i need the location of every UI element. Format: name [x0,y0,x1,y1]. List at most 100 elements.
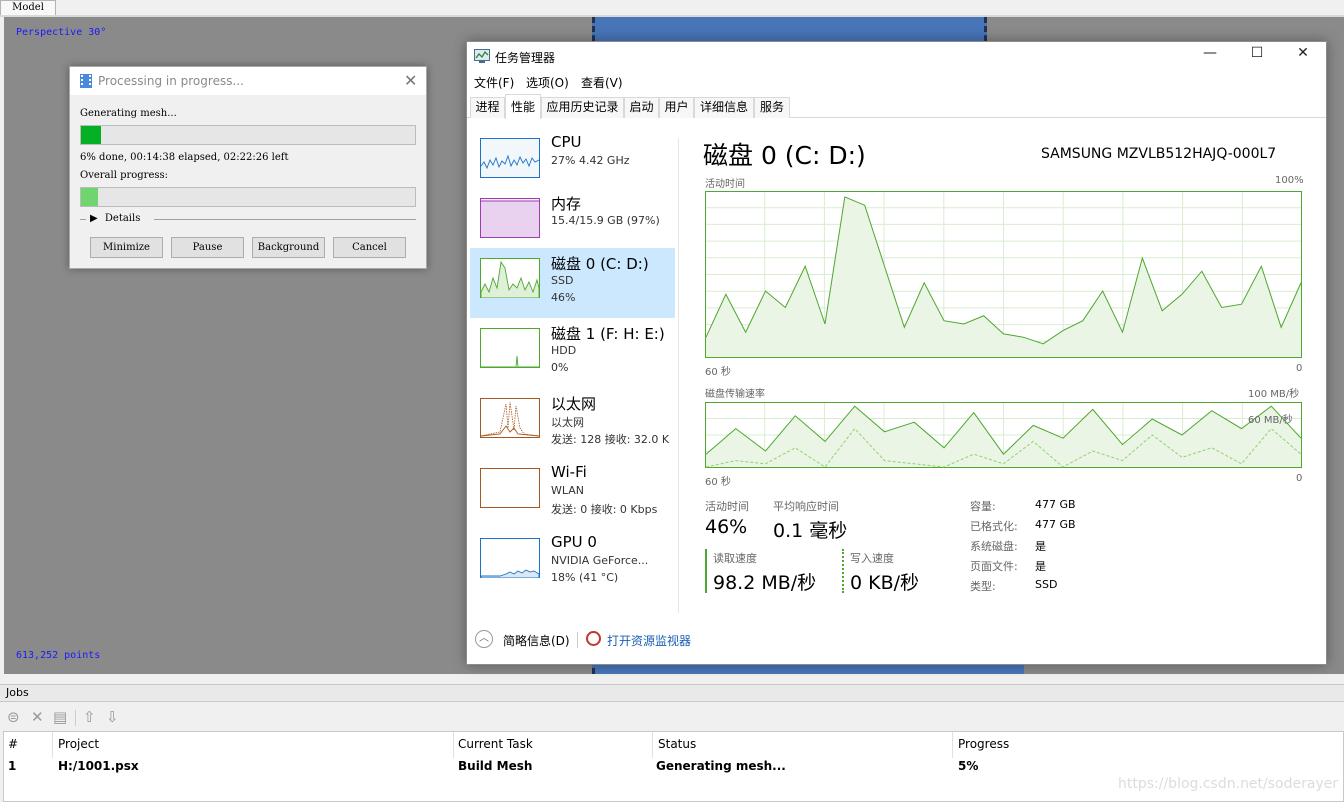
processing-dialog: Processing in progress... ✕ Generating m… [69,66,427,269]
page-file-label: 页面文件: [970,560,1018,573]
write-speed-label: 写入速度 [850,552,894,565]
activity-chart-xstart: 60 秒 [705,367,731,378]
read-speed-label: 读取速度 [713,552,757,565]
disk1-name: 磁盘 1 (F: H: E:) [551,325,665,343]
tab-startup[interactable]: 启动 [624,97,659,118]
page-file-value: 是 [1035,560,1046,573]
tab-performance[interactable]: 性能 [505,94,541,119]
column-header-status[interactable]: Status [658,737,696,751]
task-manager-window: 任务管理器 — ☐ ✕ 文件(F) 选项(O) 查看(V) 进程 性能 应用历史… [466,41,1327,665]
memory-thumbnail-graph [480,198,540,238]
close-icon[interactable]: ✕ [404,71,417,90]
job-progress: 5% [958,759,979,773]
disk1-thumbnail-graph [480,328,540,368]
column-header-project[interactable]: Project [58,737,99,751]
active-time-label: 活动时间 [705,500,749,513]
model-tab[interactable]: Model [0,0,56,16]
menu-file[interactable]: 文件(F) [474,74,514,91]
disk1-usage: 0% [551,361,569,374]
column-header-task[interactable]: Current Task [458,737,533,751]
view-mode-label: Perspective 30° [16,27,107,38]
minimize-button[interactable]: Minimize [90,237,163,258]
overall-progress-fill [81,188,98,206]
transfer-chart-label: 磁盘传输速率 [705,389,765,400]
stop-icon[interactable]: ⊜ [7,708,20,726]
menu-options[interactable]: 选项(O) [526,74,569,91]
system-disk-value: 是 [1035,540,1046,553]
memory-usage: 15.4/15.9 GB (97%) [551,214,660,227]
sidebar-item-disk0[interactable]: 磁盘 0 (C: D:) SSD 46% [470,248,675,318]
details-divider-left [80,219,86,220]
processing-title: Processing in progress... [98,74,244,88]
column-divider [52,732,53,758]
tab-users[interactable]: 用户 [659,97,694,118]
cancel-button[interactable]: Cancel [333,237,406,258]
tab-app-history[interactable]: 应用历史记录 [541,97,624,118]
jobs-panel-title: Jobs [6,686,29,699]
disk-type-label: 类型: [970,580,996,593]
overall-progress-label: Overall progress: [80,170,169,181]
move-up-icon[interactable]: ⇧ [83,708,96,726]
transfer-rate-chart [705,402,1302,468]
processing-status: Generating mesh... [80,108,177,119]
task-progress-fill [81,126,102,144]
job-number: 1 [8,759,17,773]
tab-services[interactable]: 服务 [754,97,790,118]
time-status: 6% done, 00:14:38 elapsed, 02:22:26 left [80,152,289,163]
sidebar-item-wifi[interactable]: Wi-Fi WLAN 发送: 0 接收: 0 Kbps [470,458,675,528]
response-time-label: 平均响应时间 [773,500,839,513]
system-disk-label: 系统磁盘: [970,540,1018,553]
gpu-usage: 18% (41 °C) [551,571,619,584]
sidebar-item-gpu[interactable]: GPU 0 NVIDIA GeForce... 18% (41 °C) [470,528,675,598]
close-window-icon[interactable]: ✕ [1280,45,1326,61]
tab-details[interactable]: 详细信息 [694,97,754,118]
active-time-value: 46% [705,516,748,538]
job-task: Build Mesh [458,759,533,773]
cpu-name: CPU [551,133,582,151]
activity-chart-xend: 0 [1296,363,1303,374]
response-time-value: 0.1 毫秒 [773,520,848,542]
sidebar-item-ethernet[interactable]: 以太网 以太网 发送: 128 接收: 32.0 K [470,388,675,458]
disk0-thumbnail-graph [480,258,540,298]
open-resource-monitor-link[interactable]: 打开资源监视器 [607,632,691,649]
taskmgr-app-icon [474,49,490,63]
wifi-throughput: 发送: 0 接收: 0 Kbps [551,503,658,516]
disk0-type: SSD [551,274,574,287]
pause-button[interactable]: Pause [171,237,244,258]
batch-icon[interactable]: ▤ [53,708,67,726]
wifi-adapter: WLAN [551,484,585,497]
capacity-label: 容量: [970,500,996,513]
sidebar-item-disk1[interactable]: 磁盘 1 (F: H: E:) HDD 0% [470,318,675,388]
job-project: H:/1001.psx [58,759,139,773]
gpu-model: NVIDIA GeForce... [551,554,649,567]
taskmgr-title: 任务管理器 [495,51,556,65]
details-toggle[interactable]: ▶ Details [90,213,140,224]
ethernet-adapter: 以太网 [551,416,584,429]
wifi-name: Wi-Fi [551,463,587,481]
jobs-toolbar: ⊜ ✕ ▤ ⇧ ⇩ [0,702,1344,730]
toolbar-separator [75,710,76,726]
wifi-thumbnail-graph [480,468,540,508]
fewer-details-link[interactable]: 简略信息(D) [503,632,570,649]
chevron-up-icon[interactable]: ︿ [475,630,493,648]
job-status: Generating mesh... [656,759,786,773]
column-header-progress[interactable]: Progress [958,737,1009,751]
processing-titlebar: Processing in progress... ✕ [70,67,426,95]
taskmgr-tabs: 进程 性能 应用历史记录 启动 用户 详细信息 服务 [467,94,1326,119]
maximize-window-icon[interactable]: ☐ [1234,45,1280,61]
remove-icon[interactable]: ✕ [31,708,44,726]
gpu-thumbnail-graph [480,538,540,578]
menu-view[interactable]: 查看(V) [581,74,623,91]
taskmgr-menubar: 文件(F) 选项(O) 查看(V) [467,72,1326,92]
column-divider [952,732,953,758]
write-speed-marker [842,549,844,593]
minimize-window-icon[interactable]: — [1187,45,1233,61]
column-header-num[interactable]: # [8,737,18,751]
move-down-icon[interactable]: ⇩ [106,708,119,726]
sidebar-divider [678,138,679,613]
tab-processes[interactable]: 进程 [470,97,505,118]
details-divider [154,219,416,220]
point-count-label: 613,252 points [16,650,101,661]
background-button[interactable]: Background [252,237,325,258]
disk0-name: 磁盘 0 (C: D:) [551,255,649,273]
